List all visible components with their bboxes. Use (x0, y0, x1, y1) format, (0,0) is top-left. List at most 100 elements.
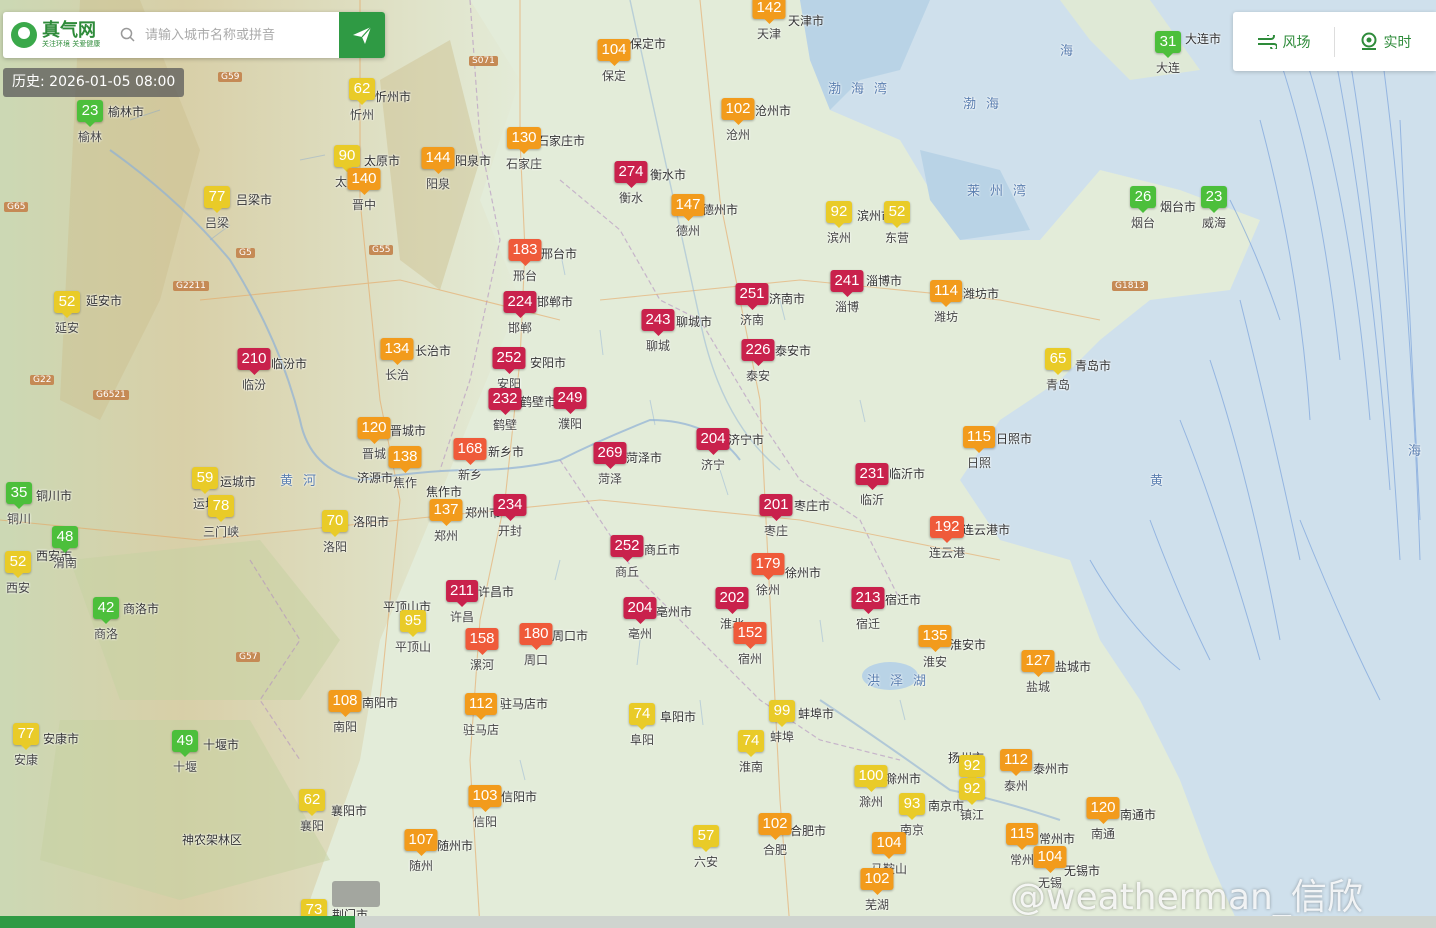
aqi-marker[interactable]: 114 潍坊 (930, 280, 962, 325)
aqi-marker[interactable]: 48 渭南 (52, 526, 78, 571)
place-label: 聊城市 (676, 315, 713, 329)
wind-field-button[interactable]: 风场 (1233, 12, 1334, 71)
aqi-marker[interactable]: 102 芜湖 (860, 868, 894, 913)
timeline-bar[interactable] (0, 916, 1436, 928)
aqi-marker[interactable]: 269 菏泽 (593, 442, 627, 487)
station-name: 信阳 (472, 815, 497, 829)
aqi-marker[interactable]: 180 周口 (519, 623, 553, 668)
station-name: 淮南 (738, 760, 763, 774)
search-input[interactable] (143, 26, 337, 44)
station-name: 邯郸 (507, 321, 532, 335)
aqi-marker[interactable]: 204 亳州 (623, 597, 657, 642)
aqi-marker[interactable]: 231 临沂 (855, 463, 889, 508)
aqi-marker[interactable]: 204 济宁 (696, 428, 730, 473)
aqi-marker[interactable]: 31 大连 (1155, 31, 1181, 76)
aqi-marker[interactable]: 102 沧州 (721, 98, 755, 143)
place-label: 长治市 (415, 344, 452, 358)
aqi-marker[interactable]: 99 蚌埠 (769, 700, 795, 745)
aqi-value: 26 (1130, 186, 1156, 213)
aqi-marker[interactable]: 95 平顶山 (395, 610, 431, 655)
aqi-marker[interactable]: 70 洛阳 (322, 510, 348, 555)
aqi-marker[interactable]: 137 郑州 (429, 499, 463, 544)
aqi-marker[interactable]: 152 宿州 (733, 622, 767, 667)
aqi-marker[interactable]: 52 东营 (884, 201, 910, 246)
aqi-marker[interactable]: 249 濮阳 (553, 387, 587, 432)
aqi-marker[interactable]: 120 南通 (1086, 797, 1120, 842)
map-canvas[interactable]: 天津市 大连市 保定市 忻州市 榆林市 沧州市 石家庄市 太原市 阳泉市 衡水市 吕梁市 德州市 滨州市… (0, 0, 1436, 928)
aqi-marker[interactable]: 147 德州 (671, 194, 705, 239)
aqi-marker[interactable]: 62 襄阳 (299, 789, 325, 834)
place-label: 许昌市 (478, 585, 515, 599)
aqi-marker[interactable]: 183 邢台 (508, 239, 542, 284)
aqi-marker[interactable]: 168 新乡 (453, 438, 487, 483)
station-name: 聊城 (645, 339, 670, 353)
aqi-marker[interactable]: 251 济南 (735, 283, 769, 328)
aqi-marker[interactable]: 35 铜川 (6, 482, 32, 527)
aqi-marker[interactable]: 234 开封 (493, 494, 527, 539)
place-label: 新乡市 (488, 445, 525, 459)
aqi-marker[interactable]: 192 连云港 (929, 516, 965, 561)
aqi-value: 99 (769, 700, 795, 727)
aqi-marker[interactable]: 224 邯郸 (503, 291, 537, 336)
aqi-marker[interactable]: 103 信阳 (468, 785, 502, 830)
logo-mark-icon (11, 22, 37, 48)
aqi-marker[interactable]: 108 南阳 (328, 690, 362, 735)
aqi-marker[interactable]: 100 滁州 (854, 765, 888, 810)
aqi-marker[interactable]: 92 镇江 (959, 778, 985, 823)
aqi-marker[interactable]: 201 枣庄 (759, 494, 793, 539)
aqi-marker[interactable]: 120 晋城 (357, 417, 391, 462)
aqi-marker[interactable]: 134 长治 (380, 338, 414, 383)
aqi-marker[interactable]: 92 滨州 (826, 201, 852, 246)
aqi-marker[interactable]: 49 十堰 (172, 730, 198, 775)
aqi-marker[interactable]: 179 徐州 (751, 553, 785, 598)
aqi-marker[interactable]: 26 烟台 (1130, 186, 1156, 231)
aqi-marker[interactable]: 241 淄博 (830, 270, 864, 315)
aqi-marker[interactable]: 74 淮南 (738, 730, 764, 775)
aqi-marker[interactable]: 62 忻州 (349, 78, 375, 123)
place-label: 晋城市 (390, 424, 427, 438)
aqi-marker[interactable]: 77 吕梁 (204, 186, 230, 231)
aqi-marker[interactable]: 144 阳泉 (421, 147, 455, 192)
aqi-marker[interactable]: 77 安康 (13, 723, 39, 768)
aqi-marker[interactable]: 213 宿迁 (851, 587, 885, 632)
aqi-marker[interactable]: 140 晋中 (347, 168, 381, 213)
aqi-marker[interactable]: 102 合肥 (758, 813, 792, 858)
scale-control[interactable] (332, 881, 380, 907)
aqi-marker[interactable]: 115 日照 (963, 426, 995, 471)
aqi-marker[interactable]: 23 榆林 (77, 100, 103, 145)
aqi-marker[interactable]: 52 延安 (54, 291, 80, 336)
aqi-marker[interactable]: 57 六安 (693, 825, 719, 870)
aqi-marker[interactable]: 104 保定 (597, 39, 631, 84)
aqi-marker[interactable]: 252 安阳 (492, 347, 526, 392)
aqi-marker[interactable]: 107 随州 (404, 829, 438, 874)
aqi-marker[interactable]: 210 临汾 (237, 348, 271, 393)
realtime-button[interactable]: 实时 (1335, 12, 1436, 71)
aqi-marker[interactable]: 158 漯河 (465, 628, 499, 673)
aqi-marker[interactable]: 252 商丘 (610, 535, 644, 580)
station-name: 威海 (1201, 216, 1226, 230)
site-logo[interactable]: 真气网 关注环境 关爱健康 (3, 12, 113, 58)
station-name: 新乡 (457, 468, 482, 482)
aqi-marker[interactable]: 130 石家庄 (506, 127, 542, 172)
aqi-marker[interactable]: 142 天津 (752, 0, 786, 42)
aqi-marker[interactable]: 42 商洛 (93, 597, 119, 642)
aqi-marker[interactable]: 23 威海 (1201, 186, 1227, 231)
aqi-marker[interactable]: 243 聊城 (641, 309, 675, 354)
aqi-marker[interactable]: 112 泰州 (1000, 749, 1032, 794)
place-label: 铜川市 (36, 489, 73, 503)
aqi-marker[interactable]: 74 阜阳 (629, 703, 655, 748)
aqi-marker[interactable]: 138 焦作 (388, 446, 422, 491)
aqi-marker[interactable]: 52 西安 (5, 551, 31, 596)
aqi-marker[interactable]: 135 淮安 (918, 625, 952, 670)
aqi-marker[interactable]: 78 三门峡 (203, 495, 239, 540)
aqi-value: 274 (614, 161, 648, 188)
aqi-marker[interactable]: 211 许昌 (446, 580, 478, 625)
aqi-marker[interactable]: 232 鹤壁 (488, 388, 522, 433)
aqi-marker[interactable]: 226 泰安 (741, 339, 775, 384)
search-submit-button[interactable] (339, 12, 385, 58)
aqi-marker[interactable]: 127 盐城 (1021, 650, 1055, 695)
aqi-value: 78 (207, 495, 234, 522)
aqi-marker[interactable]: 274 衡水 (614, 161, 648, 206)
aqi-marker[interactable]: 112 驻马店 (463, 693, 499, 738)
aqi-marker[interactable]: 65 青岛 (1045, 348, 1071, 393)
